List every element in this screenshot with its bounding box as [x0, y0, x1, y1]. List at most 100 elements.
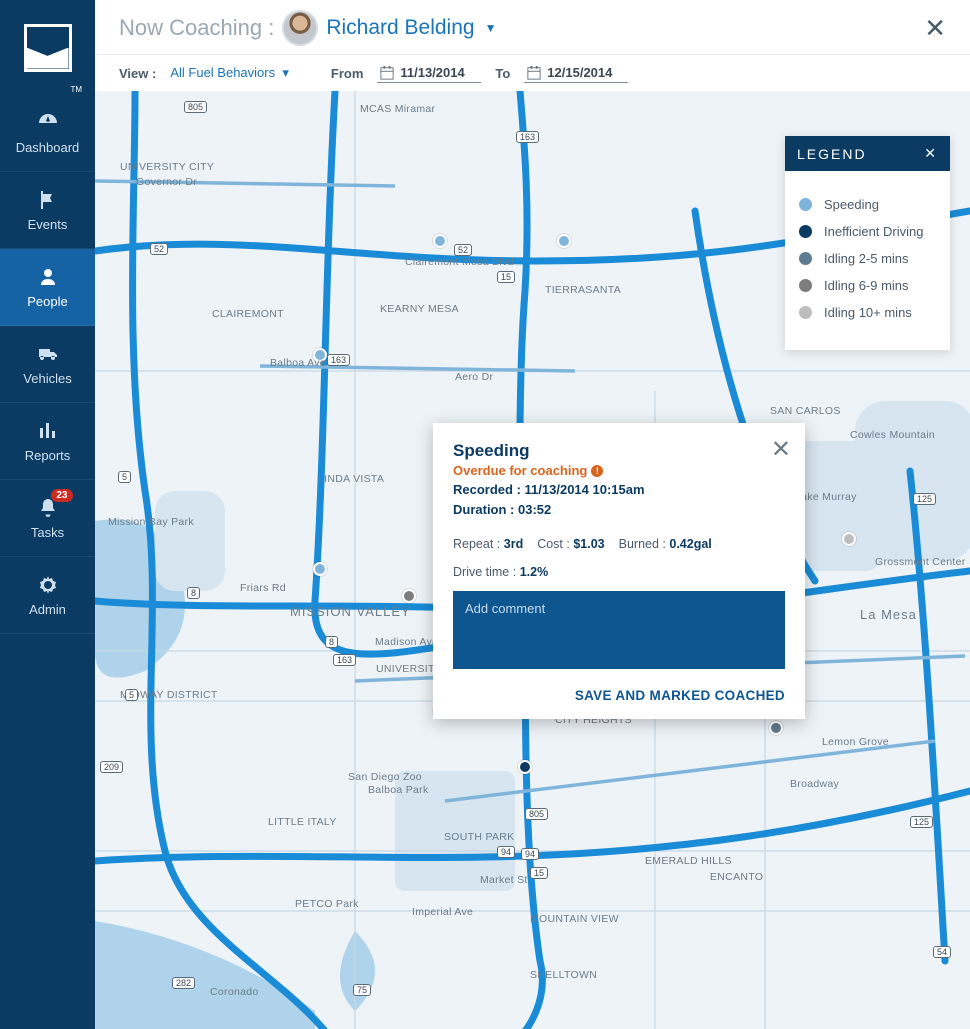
legend-dot-icon: [799, 198, 812, 211]
map-marker[interactable]: [769, 721, 783, 735]
route-shield: 8: [325, 636, 338, 648]
route-shield: 163: [516, 131, 539, 143]
legend-row: Idling 10+ mins: [799, 305, 936, 320]
flag-icon: [37, 189, 59, 211]
now-coaching-label: Now Coaching :: [119, 15, 274, 41]
map-place-label: Friars Rd: [240, 582, 286, 594]
map-place-label: La Mesa: [860, 607, 917, 622]
map-place-label: LITTLE ITALY: [268, 816, 337, 828]
sidebar-item-label: Reports: [25, 448, 71, 463]
header-bar: Now Coaching : Richard Belding ▼ ✕: [95, 0, 970, 54]
from-label: From: [331, 66, 364, 81]
route-shield: 805: [184, 101, 207, 113]
map-place-label: MISSION VALLEY: [290, 604, 411, 619]
legend-label: Inefficient Driving: [824, 224, 923, 239]
route-shield: 94: [521, 848, 539, 860]
route-shield: 282: [172, 977, 195, 989]
popup-title: Speeding: [453, 441, 785, 461]
behavior-dropdown[interactable]: All Fuel Behaviors ▾: [170, 65, 289, 81]
route-shield: 5: [118, 471, 131, 483]
map-marker[interactable]: [557, 234, 571, 248]
map-place-label: Lemon Grove: [822, 736, 889, 748]
sidebar-item-label: Admin: [29, 602, 66, 617]
bars-icon: [37, 420, 59, 442]
legend-dot-icon: [799, 279, 812, 292]
coach-name[interactable]: Richard Belding: [326, 16, 474, 40]
sidebar-item-label: People: [27, 294, 67, 309]
map-place-label: SAN CARLOS: [770, 405, 841, 417]
gears-icon: [37, 574, 59, 596]
map-place-label: Aero Dr: [455, 371, 493, 383]
legend-row: Inefficient Driving: [799, 224, 936, 239]
sidebar-item-label: Tasks: [31, 525, 64, 540]
map-place-label: MOUNTAIN VIEW: [530, 913, 619, 925]
save-coached-button[interactable]: SAVE AND MARKED COACHED: [453, 688, 785, 703]
calendar-icon: [380, 66, 394, 80]
map-place-label: Cowles Mountain: [850, 429, 935, 441]
map-place-label: Mission Bay Park: [108, 516, 194, 528]
map-marker[interactable]: [842, 532, 856, 546]
overdue-warning: Overdue for coaching!: [453, 463, 785, 478]
sidebar-item-events[interactable]: Events: [0, 172, 95, 249]
sidebar-item-admin[interactable]: Admin: [0, 557, 95, 634]
sidebar-item-reports[interactable]: Reports: [0, 403, 95, 480]
map-marker[interactable]: [518, 760, 532, 774]
map-place-label: LINDA VISTA: [318, 473, 384, 485]
to-label: To: [495, 66, 510, 81]
legend-title: LEGEND: [797, 146, 867, 162]
avatar[interactable]: [282, 10, 318, 46]
user-icon: [37, 266, 59, 288]
sidebar-item-label: Vehicles: [23, 371, 71, 386]
map-place-label: SOUTH PARK: [444, 831, 514, 843]
route-shield: 54: [933, 946, 951, 958]
map-place-label: KEARNY MESA: [380, 303, 459, 315]
map-place-label: PETCO Park: [295, 898, 359, 910]
route-shield: 163: [333, 654, 356, 666]
close-icon[interactable]: ✕: [771, 435, 791, 464]
map-place-label: MCAS Miramar: [360, 103, 435, 115]
from-date-input[interactable]: [400, 65, 478, 80]
legend-label: Speeding: [824, 197, 879, 212]
map-place-label: SHELLTOWN: [530, 969, 597, 981]
event-popup: ✕ Speeding Overdue for coaching! Recorde…: [433, 423, 805, 719]
sidebar-item-tasks[interactable]: 23 Tasks: [0, 480, 95, 557]
sidebar-item-label: Dashboard: [16, 140, 80, 155]
route-shield: 125: [910, 816, 933, 828]
route-shield: 94: [497, 846, 515, 858]
truck-icon: [37, 343, 59, 365]
legend-dot-icon: [799, 252, 812, 265]
filter-bar: View : All Fuel Behaviors ▾ From To: [95, 54, 970, 91]
map-place-label: Broadway: [790, 778, 839, 790]
sidebar-item-vehicles[interactable]: Vehicles: [0, 326, 95, 403]
comment-input[interactable]: [453, 591, 785, 669]
map-marker[interactable]: [433, 234, 447, 248]
badge: 23: [51, 489, 72, 502]
map-place-label: UNIVERSITY CITY: [120, 161, 214, 173]
legend-row: Speeding: [799, 197, 936, 212]
map-marker[interactable]: [402, 589, 416, 603]
from-date-field[interactable]: [377, 63, 481, 83]
legend-row: Idling 6-9 mins: [799, 278, 936, 293]
sidebar-item-dashboard[interactable]: Dashboard: [0, 95, 95, 172]
sidebar-item-people[interactable]: People: [0, 249, 95, 326]
map-marker[interactable]: [313, 562, 327, 576]
legend-label: Idling 10+ mins: [824, 305, 912, 320]
map-place-label: EMERALD HILLS: [645, 855, 732, 867]
close-icon[interactable]: ✕: [924, 13, 946, 44]
map-place-label: Balboa Ave: [270, 357, 326, 369]
map-place-label: CLAIREMONT: [212, 308, 284, 320]
close-icon[interactable]: ✕: [924, 145, 938, 162]
map-canvas[interactable]: MCAS MiramarUNIVERSITY CITYCLAIREMONTTIE…: [95, 91, 970, 1029]
legend-row: Idling 2-5 mins: [799, 251, 936, 266]
bell-icon: 23: [37, 497, 59, 519]
popup-meta: Recorded : 11/13/2014 10:15am Duration :…: [453, 480, 785, 519]
gauge-icon: [37, 112, 59, 134]
map-place-label: Coronado: [210, 986, 259, 998]
chevron-down-icon[interactable]: ▼: [485, 21, 497, 35]
route-shield: 163: [327, 354, 350, 366]
sidebar-item-label: Events: [28, 217, 68, 232]
to-date-field[interactable]: [524, 63, 628, 83]
logo: TM: [0, 0, 95, 95]
to-date-input[interactable]: [547, 65, 625, 80]
map-place-label: Imperial Ave: [412, 906, 473, 918]
